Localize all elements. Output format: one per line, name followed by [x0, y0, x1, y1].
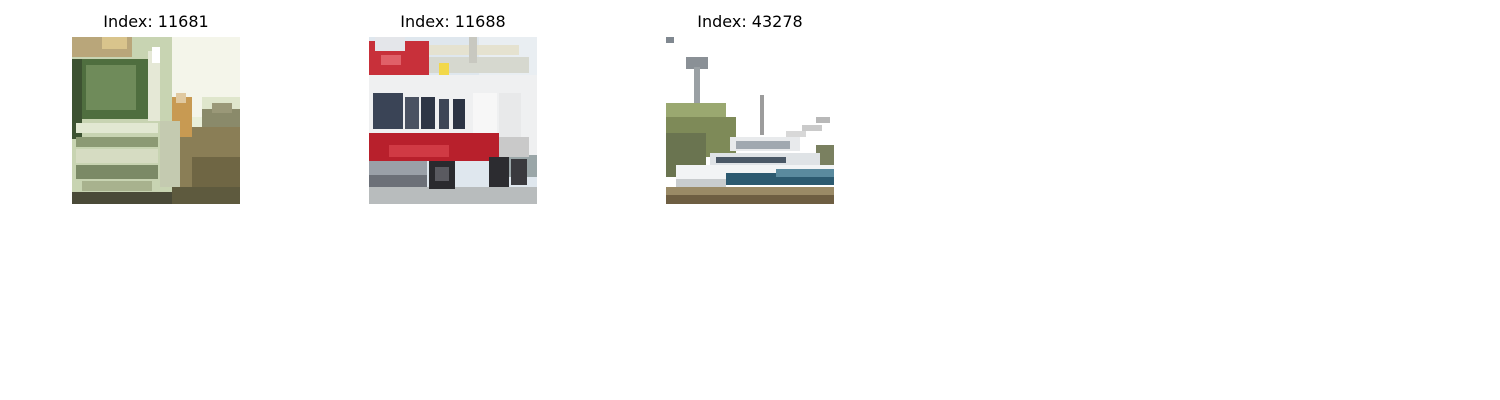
fire-truck-thumbnail: [369, 37, 537, 204]
boat-thumbnail: [666, 37, 834, 204]
panel-title-2: Index: 11688: [400, 12, 506, 31]
panel-title-3: Index: 43278: [697, 12, 803, 31]
panel-title-1: Index: 11681: [103, 12, 209, 31]
truck-thumbnail: [72, 37, 240, 204]
